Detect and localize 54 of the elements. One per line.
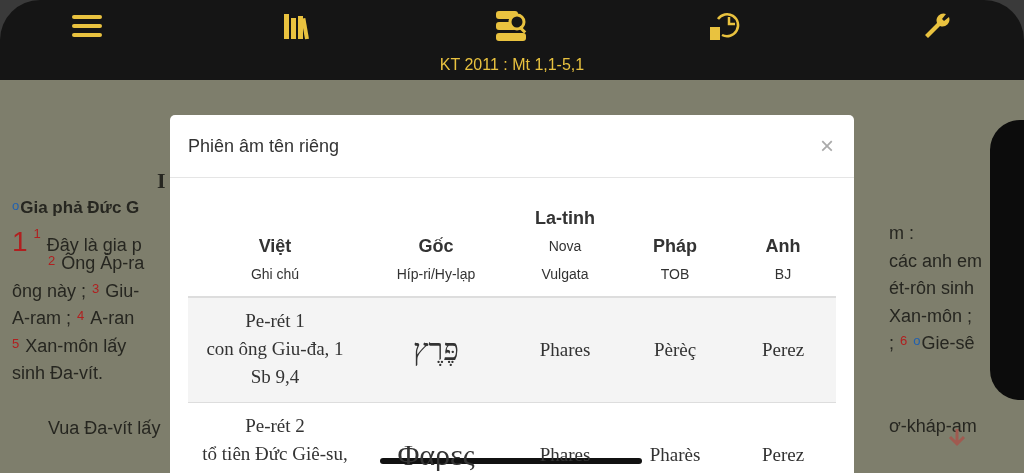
verse-text: Ông Áp-ra <box>61 253 145 274</box>
note-marker[interactable]: o <box>12 198 20 213</box>
table-cell-text: Perez <box>761 443 805 467</box>
column-subtitle: Nova <box>548 237 582 256</box>
column-subtitle: TOB <box>660 265 690 284</box>
chapter-number: 1 <box>12 225 28 258</box>
table-cell-text: con ông Giu-đa, 1 <box>206 337 344 361</box>
verse-text: ơ-kháp-am <box>889 415 977 437</box>
column-subtitle: Híp-ri/Hy-lạp <box>396 265 476 284</box>
column-header: Gốc <box>418 235 454 258</box>
verse-text: các anh em <box>889 250 983 272</box>
table-cell-text: Pèrèç <box>653 338 697 362</box>
verse-number: 2 <box>48 253 56 268</box>
note-marker[interactable]: o <box>913 333 921 348</box>
section-heading: Gia phả Đức G <box>20 198 140 218</box>
book-reference[interactable]: KT 2011 : Mt 1,1-5,1 <box>439 56 585 74</box>
verse-text: A-ran <box>90 308 135 329</box>
verse-text: A-ram ; <box>12 308 71 329</box>
table-cell: פֶּרֶץ <box>412 336 460 364</box>
verse-number: 4 <box>77 308 85 323</box>
verse-text: ông này ; <box>12 280 87 302</box>
verse-text: sinh Đa-vít. <box>12 363 104 384</box>
verse-text: m : <box>889 223 914 244</box>
verse-text: Giu- <box>105 280 140 302</box>
column-subtitle: BJ <box>774 265 792 284</box>
database-search-icon[interactable] <box>496 11 528 41</box>
verse-text: ; <box>889 333 894 354</box>
verse-number: 3 <box>92 280 100 296</box>
verse-number: 6 <box>900 333 908 348</box>
column-header: Anh <box>765 235 801 258</box>
history-icon[interactable] <box>709 11 741 41</box>
column-header: La-tinh <box>535 207 595 230</box>
dialog-title: Phiên âm tên riêng <box>188 135 340 157</box>
chapter-heading: I <box>156 168 166 194</box>
column-header: Pháp <box>653 235 697 258</box>
close-button[interactable]: × <box>816 132 838 160</box>
table-cell-text: Pharès <box>649 443 701 467</box>
table-cell-text: Pe-rét 2 <box>245 414 305 438</box>
verse-text: Vua Đa-vít lấy <box>48 418 161 439</box>
verse-text: ét-rôn sinh <box>889 278 975 299</box>
verse-number: 5 <box>12 335 20 351</box>
table-cell-text: Phares <box>539 338 591 362</box>
table-cell-text: Pe-rét 1 <box>245 309 305 333</box>
menu-icon[interactable] <box>72 14 102 38</box>
verse-text: Xan-môn lấy <box>25 335 127 357</box>
verse-text: Xan-môn ; <box>889 305 973 327</box>
table-cell-text: Sb 9,4 <box>250 365 300 389</box>
column-header: Việt <box>258 235 292 258</box>
table-cell-text: tổ tiên Đức Giê-su, <box>202 442 348 466</box>
table-cell-text: Perez <box>761 338 805 362</box>
column-subtitle: Ghi chú <box>250 265 300 284</box>
column-subtitle: Vulgata <box>541 265 589 284</box>
verse-number: 1 <box>33 225 41 241</box>
verse-text: Gie-sê <box>921 333 975 354</box>
